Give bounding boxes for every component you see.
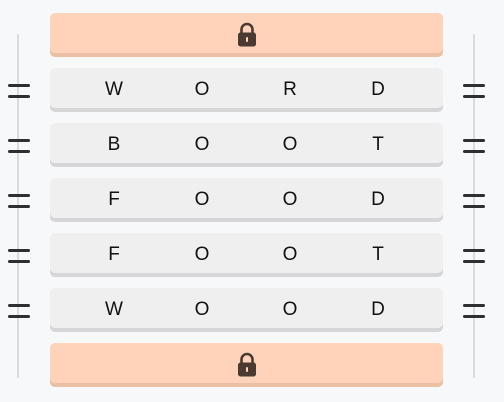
letter-tile: O xyxy=(194,79,210,100)
drag-handle-icon[interactable] xyxy=(8,304,30,318)
lock-icon xyxy=(237,22,256,46)
letter-tile: W xyxy=(105,299,123,320)
letter-tile: O xyxy=(282,299,298,320)
drag-handle-icon[interactable] xyxy=(8,249,30,263)
letter-tile: O xyxy=(194,189,210,210)
lock-icon xyxy=(237,352,256,376)
letter-tile: D xyxy=(371,79,385,100)
letter-tile: F xyxy=(108,244,120,265)
word-row[interactable]: WORD xyxy=(50,68,443,112)
letter-tile: F xyxy=(108,189,120,210)
word-row[interactable]: FOOD xyxy=(50,178,443,222)
letter-tile: O xyxy=(194,134,210,155)
drag-handle-icon[interactable] xyxy=(463,194,485,208)
drag-handle-icon[interactable] xyxy=(8,139,30,153)
bottom-lock-bar xyxy=(50,343,443,387)
letter-tile: D xyxy=(371,189,385,210)
letter-tile: B xyxy=(107,134,121,155)
drag-handle-icon[interactable] xyxy=(463,304,485,318)
drag-handle-icon[interactable] xyxy=(463,139,485,153)
letter-tile: W xyxy=(105,79,123,100)
letter-tile: D xyxy=(371,299,385,320)
letter-tile: O xyxy=(282,134,298,155)
word-row[interactable]: WOOD xyxy=(50,288,443,332)
word-row[interactable]: FOOT xyxy=(50,233,443,277)
letter-tile: R xyxy=(283,79,297,100)
letter-tile: O xyxy=(282,189,298,210)
drag-handle-icon[interactable] xyxy=(463,84,485,98)
letter-tile: O xyxy=(282,244,298,265)
drag-handle-icon[interactable] xyxy=(8,194,30,208)
letter-tile: O xyxy=(194,299,210,320)
letter-tile: T xyxy=(372,134,384,155)
letter-tile: O xyxy=(194,244,210,265)
top-lock-bar xyxy=(50,13,443,57)
letter-tile: T xyxy=(372,244,384,265)
drag-handle-icon[interactable] xyxy=(463,249,485,263)
drag-handle-icon[interactable] xyxy=(8,84,30,98)
word-row[interactable]: BOOT xyxy=(50,123,443,167)
